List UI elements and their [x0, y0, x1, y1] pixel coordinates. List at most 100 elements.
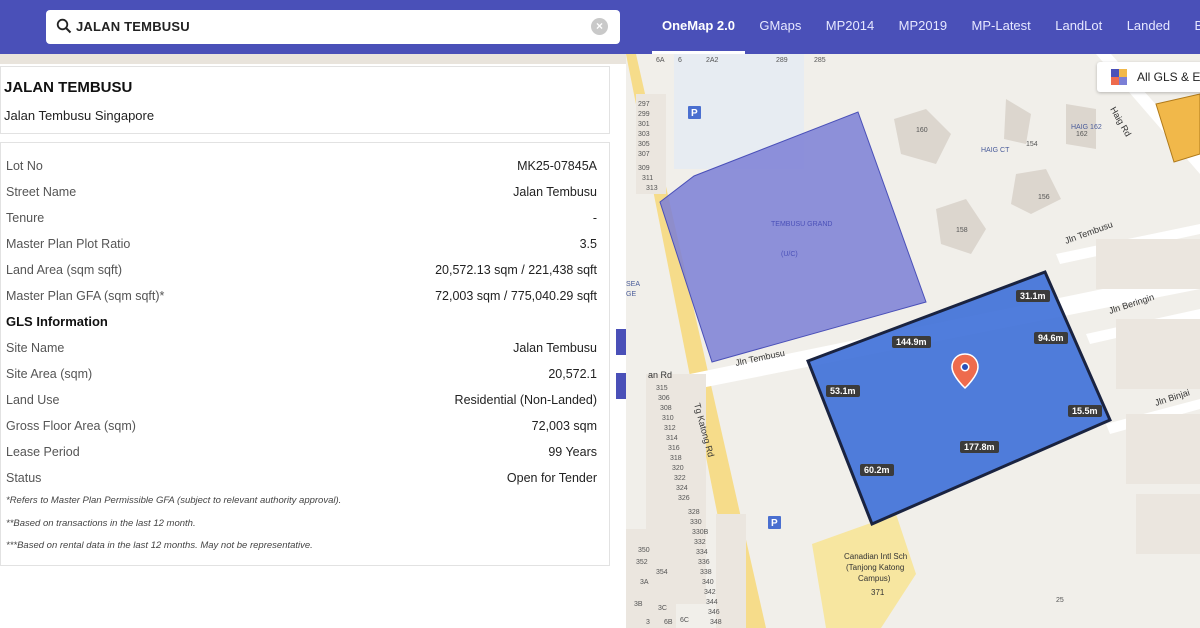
info-value: 99 Years: [548, 445, 597, 459]
block-number: 3B: [634, 601, 643, 608]
block-number: 324: [676, 485, 688, 492]
block-number: 306: [658, 395, 670, 402]
footnote-transactions: **Based on transactions in the last 12 m…: [6, 518, 196, 529]
block-number: 320: [672, 465, 684, 472]
location-title: JALAN TEMBUSU: [4, 79, 133, 96]
block-number: 318: [670, 455, 682, 462]
info-row-plot-ratio: Master Plan Plot Ratio 3.5: [6, 237, 597, 257]
block-number: 315: [656, 385, 668, 392]
info-value: Residential (Non-Landed): [454, 393, 597, 407]
info-label: Status: [6, 471, 42, 485]
gls-row-gfa: Gross Floor Area (sqm) 72,003 sqm: [6, 419, 597, 439]
tab-landed[interactable]: Landed: [1117, 0, 1180, 54]
info-value: 72,003 sqm / 775,040.29 sqft: [435, 289, 597, 303]
block-number: 297: [638, 101, 650, 108]
info-row-street: Street Name Jalan Tembusu: [6, 185, 597, 205]
info-panel: JALAN TEMBUSU Jalan Tembusu Singapore Lo…: [0, 54, 626, 628]
measurement-label: 144.9m: [892, 336, 931, 348]
block-number: 308: [660, 405, 672, 412]
block-number: 6A: [656, 57, 665, 64]
place-label: Canadian Intl Sch: [844, 552, 907, 561]
block-number: 160: [916, 127, 928, 134]
clear-search-icon[interactable]: ×: [591, 18, 608, 35]
info-label: Master Plan GFA (sqm sqft)*: [6, 289, 165, 303]
gls-section-title: GLS Information: [6, 314, 108, 329]
block-number: 3C: [658, 605, 667, 612]
layer-legend-button[interactable]: All GLS & Er: [1097, 62, 1200, 92]
tab-mp-latest[interactable]: MP-Latest: [962, 0, 1041, 54]
block-number: 285: [814, 57, 826, 64]
info-label: Gross Floor Area (sqm): [6, 419, 136, 433]
info-value: Jalan Tembusu: [513, 341, 597, 355]
block-number: 156: [1038, 194, 1050, 201]
block-number: 305: [638, 141, 650, 148]
tab-onemap[interactable]: OneMap 2.0: [652, 0, 745, 54]
info-row-lot-no: Lot No MK25-07845A: [6, 159, 597, 179]
info-label: Tenure: [6, 211, 45, 225]
info-value: 72,003 sqm: [531, 419, 597, 433]
block-number: 6: [678, 57, 682, 64]
place-label: Campus): [858, 574, 891, 583]
place-label: HAIG 162: [1071, 124, 1102, 131]
info-row-land-area: Land Area (sqm sqft) 20,572.13 sqm / 221,…: [6, 263, 597, 283]
gls-row-site-name: Site Name Jalan Tembusu: [6, 341, 597, 361]
layer-tabs: OneMap 2.0 GMaps MP2014 MP2019 MP-Latest…: [652, 0, 1200, 54]
block-number: 330: [690, 519, 702, 526]
block-number: 3: [646, 619, 650, 626]
place-label: HAIG CT: [981, 147, 1010, 154]
top-bar: JALAN TEMBUSU × OneMap 2.0 GMaps MP2014 …: [0, 0, 1200, 54]
info-value: 20,572.1: [548, 367, 597, 381]
block-number: 303: [638, 131, 650, 138]
block-number: 352: [636, 559, 648, 566]
info-value: 3.5: [579, 237, 597, 251]
place-label: TEMBUSU GRAND: [771, 221, 832, 228]
info-label: Site Name: [6, 341, 65, 355]
tab-building[interactable]: Building H: [1185, 0, 1200, 54]
tab-gmaps[interactable]: GMaps: [749, 0, 811, 54]
block-number: 307: [638, 151, 650, 158]
measurement-label: 177.8m: [960, 441, 999, 453]
measurement-label: 53.1m: [826, 385, 860, 397]
block-number: 25: [1056, 597, 1064, 604]
footnote-rental: ***Based on rental data in the last 12 m…: [6, 540, 313, 551]
block-number: 154: [1026, 141, 1038, 148]
info-label: Street Name: [6, 185, 77, 199]
info-value: Open for Tender: [506, 471, 597, 485]
info-row-gfa: Master Plan GFA (sqm sqft)* 72,003 sqm / …: [6, 289, 597, 309]
block-number: 322: [674, 475, 686, 482]
measurement-label: 60.2m: [860, 464, 894, 476]
info-label: Site Area (sqm): [6, 367, 93, 381]
block-number: 309: [638, 165, 650, 172]
location-subtitle: Jalan Tembusu Singapore: [4, 108, 155, 123]
gls-row-lease: Lease Period 99 Years: [6, 445, 597, 465]
block-number: 348: [710, 619, 722, 626]
block-number: 342: [704, 589, 716, 596]
place-label: GE: [626, 291, 636, 298]
block-number: 354: [656, 569, 668, 576]
search-box[interactable]: JALAN TEMBUSU ×: [46, 10, 620, 44]
tab-landlot[interactable]: LandLot: [1045, 0, 1112, 54]
info-value: MK25-07845A: [517, 159, 597, 173]
place-label: (Tanjong Katong: [846, 563, 904, 572]
search-input[interactable]: JALAN TEMBUSU: [76, 19, 190, 34]
block-number: 289: [776, 57, 788, 64]
info-label: Lot No: [6, 159, 43, 173]
info-value: Jalan Tembusu: [513, 185, 597, 199]
block-number: 5: [626, 54, 630, 56]
tab-mp2019[interactable]: MP2019: [889, 0, 957, 54]
block-number: 299: [638, 111, 650, 118]
place-label: SEA: [626, 281, 640, 288]
tab-mp2014[interactable]: MP2014: [816, 0, 884, 54]
block-number: 344: [706, 599, 718, 606]
measurement-label: 31.1m: [1016, 290, 1050, 302]
block-number: 340: [702, 579, 714, 586]
svg-text:P: P: [691, 108, 698, 119]
block-number: 334: [696, 549, 708, 556]
search-icon: [56, 18, 72, 34]
block-number: 158: [956, 227, 968, 234]
gls-row-land-use: Land Use Residential (Non-Landed): [6, 393, 597, 413]
lot-info-card: Lot No MK25-07845A Street Name Jalan Tembu…: [0, 142, 610, 566]
map-strip: [0, 54, 626, 64]
block-number: 350: [638, 547, 650, 554]
gls-row-site-area: Site Area (sqm) 20,572.1: [6, 367, 597, 387]
